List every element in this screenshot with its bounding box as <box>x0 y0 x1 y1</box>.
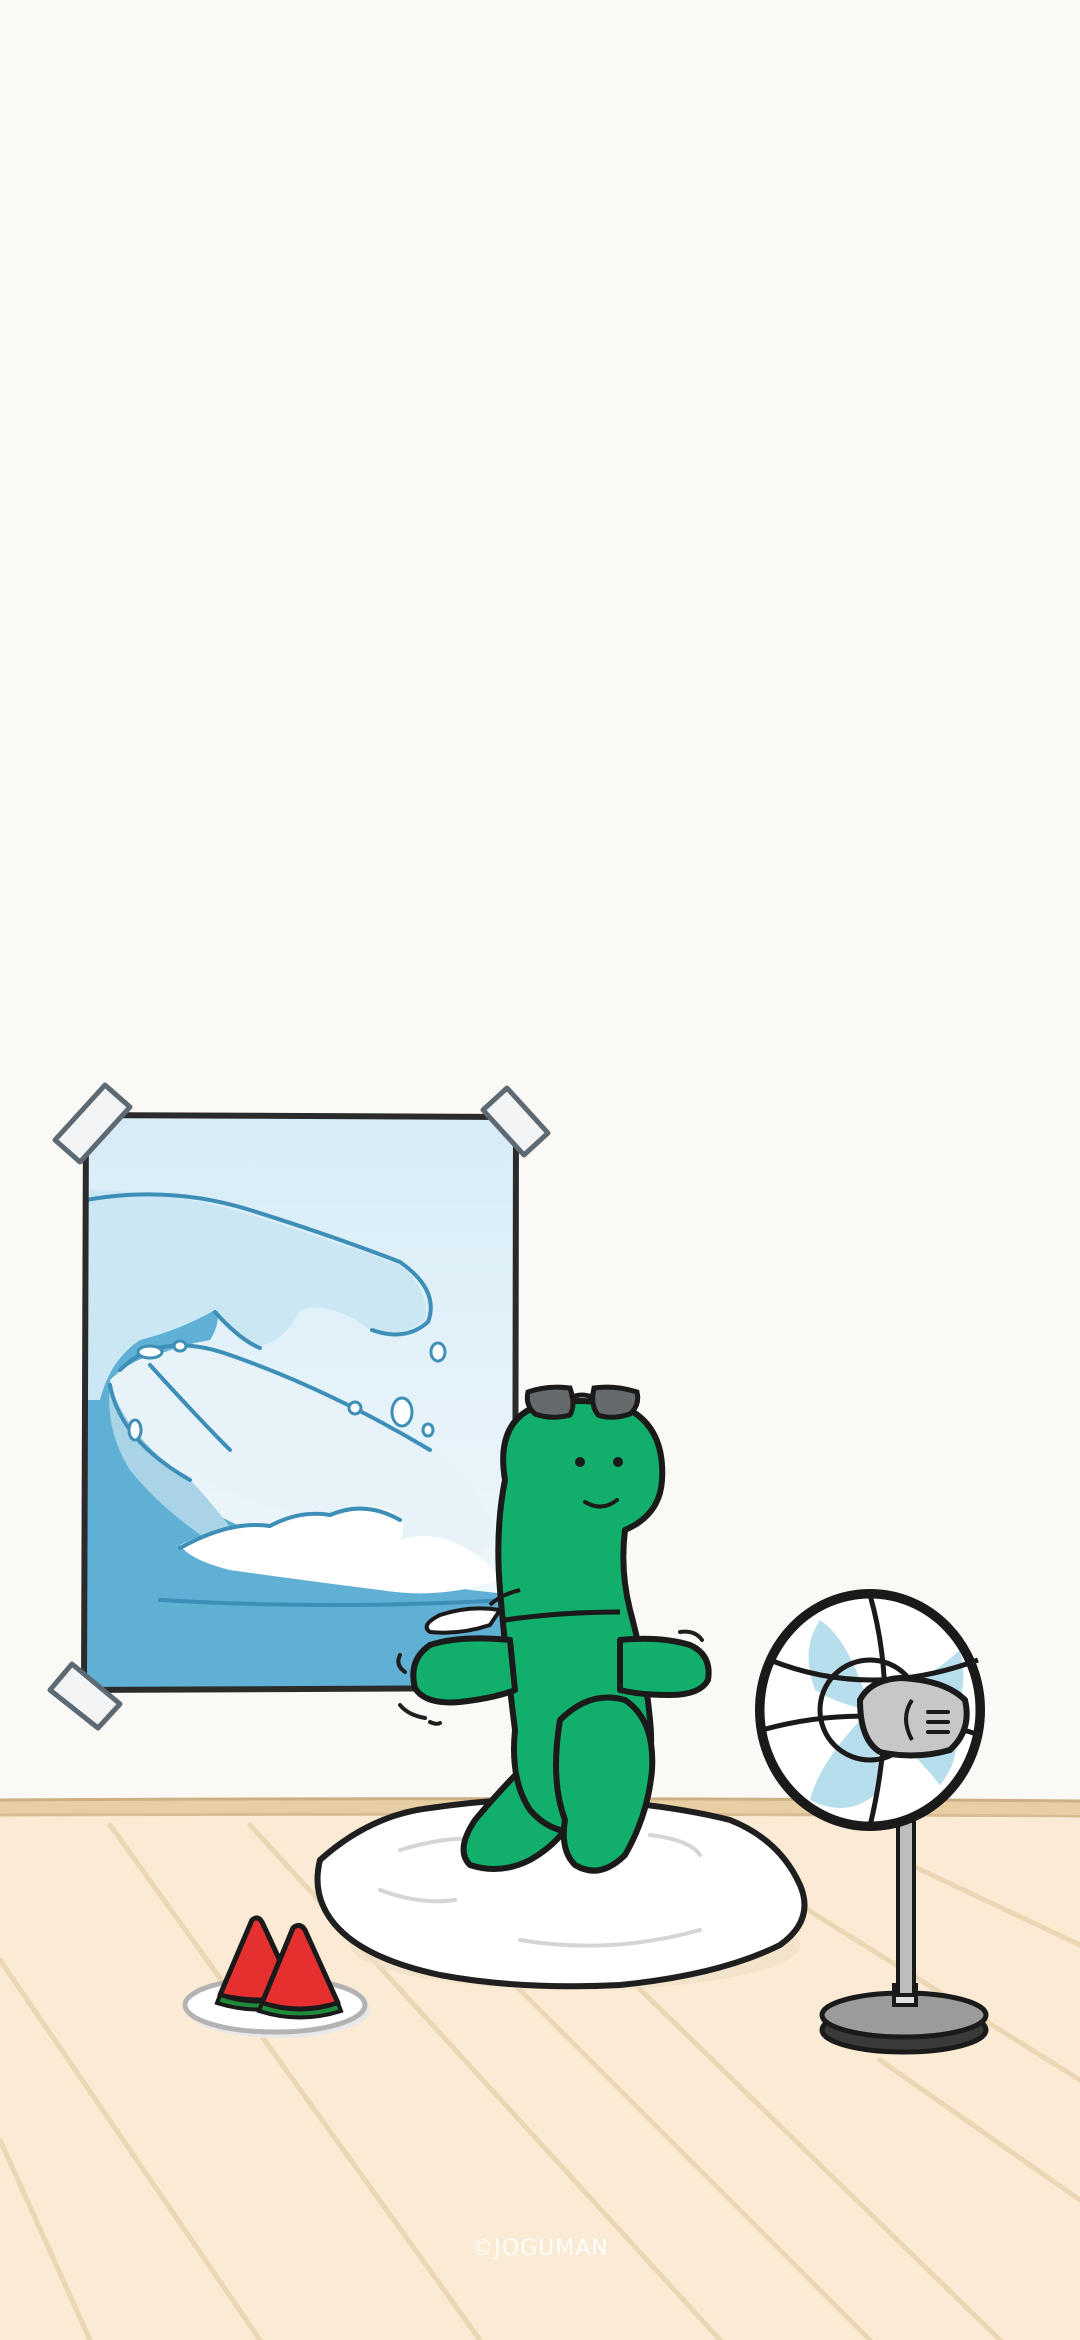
artist-credit: ©JOGUMAN <box>471 2236 609 2261</box>
wallpaper-illustration <box>0 0 1080 2340</box>
